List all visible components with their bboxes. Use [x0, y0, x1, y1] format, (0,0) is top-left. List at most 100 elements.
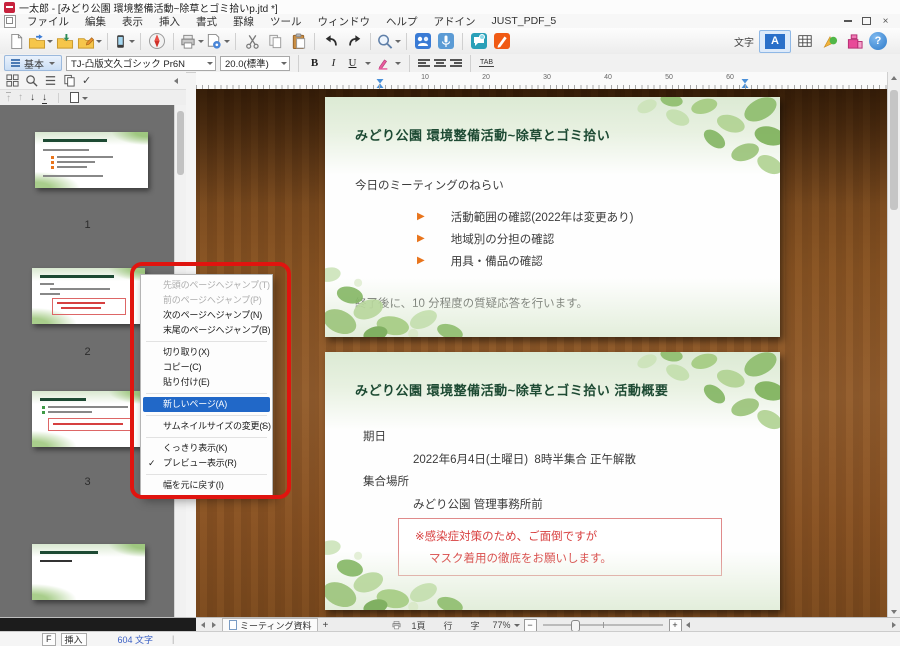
scroll-down-icon[interactable] — [891, 610, 897, 617]
menu-edit[interactable]: 編集 — [77, 14, 114, 29]
style-preset-select[interactable]: 基本 — [4, 55, 62, 71]
menu-item-preview-display[interactable]: ✓プレビュー表示(R) — [141, 456, 272, 471]
document-window-icon[interactable] — [4, 15, 16, 28]
help-button[interactable]: ? — [869, 32, 887, 50]
tab-ruler-button[interactable]: TAB — [479, 59, 494, 67]
text-mode-button[interactable]: A — [759, 30, 791, 53]
grid-mode-button[interactable] — [794, 30, 816, 52]
open-button[interactable] — [28, 30, 53, 52]
document-page-1[interactable]: みどり公園 環境整備活動~除草とゴミ拾い 今日のミーティングのねらい ▶活動範囲… — [325, 97, 780, 337]
indent-marker-icon[interactable] — [742, 79, 749, 88]
menu-item-paste[interactable]: 貼り付け(E) — [141, 375, 272, 390]
menu-just-pdf5[interactable]: JUST_PDF_5 — [484, 15, 565, 27]
page-thumbnail-1[interactable] — [35, 132, 148, 188]
horizontal-scrollbar[interactable] — [694, 618, 888, 632]
thumbnail-size-button[interactable] — [70, 92, 88, 103]
menu-item-cut[interactable]: 切り取り(X) — [141, 345, 272, 360]
page-thumbnail-3[interactable] — [32, 391, 145, 447]
menu-border[interactable]: 罫線 — [225, 14, 262, 29]
zoom-slider[interactable] — [543, 624, 663, 626]
voice-input-button[interactable] — [435, 30, 457, 52]
tab-scroll-left-button[interactable] — [196, 619, 208, 631]
page-thumbnail-4[interactable] — [32, 544, 145, 600]
italic-button[interactable]: I — [326, 56, 341, 70]
hscroll-left-button[interactable] — [682, 619, 694, 631]
jump-prev-page-button[interactable]: ↑ — [18, 92, 23, 103]
align-left-button[interactable] — [418, 59, 430, 67]
redo-button[interactable] — [343, 30, 365, 52]
save-button[interactable] — [54, 30, 76, 52]
vertical-scrollbar-thumb[interactable] — [890, 90, 898, 210]
menu-file[interactable]: ファイル — [19, 14, 77, 29]
menu-window[interactable]: ウィンドウ — [310, 14, 379, 29]
menu-format[interactable]: 書式 — [188, 14, 225, 29]
jump-next-page-button[interactable]: ↓ — [30, 92, 35, 103]
print-button[interactable] — [179, 30, 204, 52]
restore-button[interactable] — [858, 15, 875, 27]
copy-button[interactable] — [264, 30, 286, 52]
menu-tools[interactable]: ツール — [262, 14, 310, 29]
font-size-select[interactable]: 20.0(標準) — [220, 56, 290, 71]
menu-addin[interactable]: アドイン — [426, 14, 484, 29]
underline-button[interactable]: U — [345, 56, 360, 70]
zoom-in-button[interactable]: + — [669, 619, 682, 632]
undo-button[interactable] — [320, 30, 342, 52]
align-center-button[interactable] — [434, 59, 446, 67]
collapse-sidebar-icon[interactable] — [171, 78, 178, 84]
save-as-button[interactable] — [77, 30, 102, 52]
print-preview-button[interactable] — [390, 619, 402, 631]
tab-scroll-right-button[interactable] — [208, 619, 220, 631]
bold-button[interactable]: B — [307, 56, 322, 70]
mobile-view-button[interactable] — [113, 30, 135, 52]
save-as-dropdown-caret[interactable] — [96, 40, 102, 46]
navigation-compass-button[interactable] — [146, 30, 168, 52]
align-right-button[interactable] — [450, 59, 462, 67]
menu-insert[interactable]: 挿入 — [151, 14, 188, 29]
outline-view-button[interactable] — [44, 74, 57, 87]
marker-tool-button[interactable] — [819, 30, 841, 52]
highlight-pen-caret[interactable] — [395, 62, 401, 68]
highlight-pen-button[interactable] — [375, 56, 390, 70]
search-dropdown-caret[interactable] — [395, 40, 401, 46]
sidebar-search-button[interactable] — [25, 74, 38, 87]
menu-item-jump-last[interactable]: 末尾のページへジャンプ(B) — [141, 323, 272, 338]
zoom-level-select[interactable]: 77% — [489, 620, 524, 630]
thumbnail-view-button[interactable] — [6, 74, 19, 87]
menu-item-sharp-display[interactable]: くっきり表示(K) — [141, 441, 272, 456]
scroll-up-icon[interactable] — [891, 73, 897, 80]
font-select[interactable]: TJ-凸版文久ゴシック Pr6N — [66, 56, 216, 71]
menu-item-jump-next[interactable]: 次のページへジャンプ(N) — [141, 308, 272, 323]
indent-marker-icon[interactable] — [377, 79, 384, 88]
sheet-tab[interactable]: ミーティング資料 — [222, 618, 318, 632]
menu-item-thumbnail-size[interactable]: サムネイルサイズの変更(S)› — [141, 419, 272, 434]
menu-help[interactable]: ヘルプ — [378, 14, 426, 29]
add-sheet-button[interactable]: + — [318, 620, 332, 631]
underline-caret[interactable] — [365, 62, 371, 68]
menu-view[interactable]: 表示 — [114, 14, 151, 29]
new-document-button[interactable] — [5, 30, 27, 52]
zoom-out-button[interactable]: − — [524, 619, 537, 632]
chat-tool-button[interactable] — [468, 30, 490, 52]
sidebar-scrollbar-thumb[interactable] — [177, 111, 184, 175]
mobile-dropdown-caret[interactable] — [129, 40, 135, 46]
menu-item-new-page[interactable]: 新しいページ(A) — [143, 397, 270, 412]
minimize-button[interactable] — [839, 15, 856, 27]
document-page-2[interactable]: みどり公園 環境整備活動~除草とゴミ拾い 活動概要 期日 2022年6月4日(土… — [325, 352, 780, 610]
search-button[interactable] — [376, 30, 401, 52]
close-button[interactable]: × — [877, 15, 894, 27]
paste-button[interactable] — [287, 30, 309, 52]
page-thumbnail-2[interactable] — [32, 268, 145, 324]
page-copy-button[interactable] — [63, 74, 76, 87]
print-dropdown-caret[interactable] — [198, 40, 204, 46]
vertical-scrollbar[interactable] — [887, 72, 900, 618]
cell-style-button[interactable] — [844, 30, 866, 52]
hscroll-right-button[interactable] — [888, 619, 900, 631]
proof-check-button[interactable]: ✓ — [82, 74, 91, 87]
document-canvas[interactable]: みどり公園 環境整備活動~除草とゴミ拾い 今日のミーティングのねらい ▶活動範囲… — [196, 89, 888, 618]
print-settings-button[interactable] — [205, 30, 230, 52]
open-dropdown-caret[interactable] — [47, 40, 53, 46]
assist-button[interactable] — [412, 30, 434, 52]
jump-last-page-button[interactable]: ↓ — [42, 92, 47, 104]
jump-first-page-button[interactable]: ↑ — [6, 92, 11, 104]
menu-item-copy[interactable]: コピー(C) — [141, 360, 272, 375]
